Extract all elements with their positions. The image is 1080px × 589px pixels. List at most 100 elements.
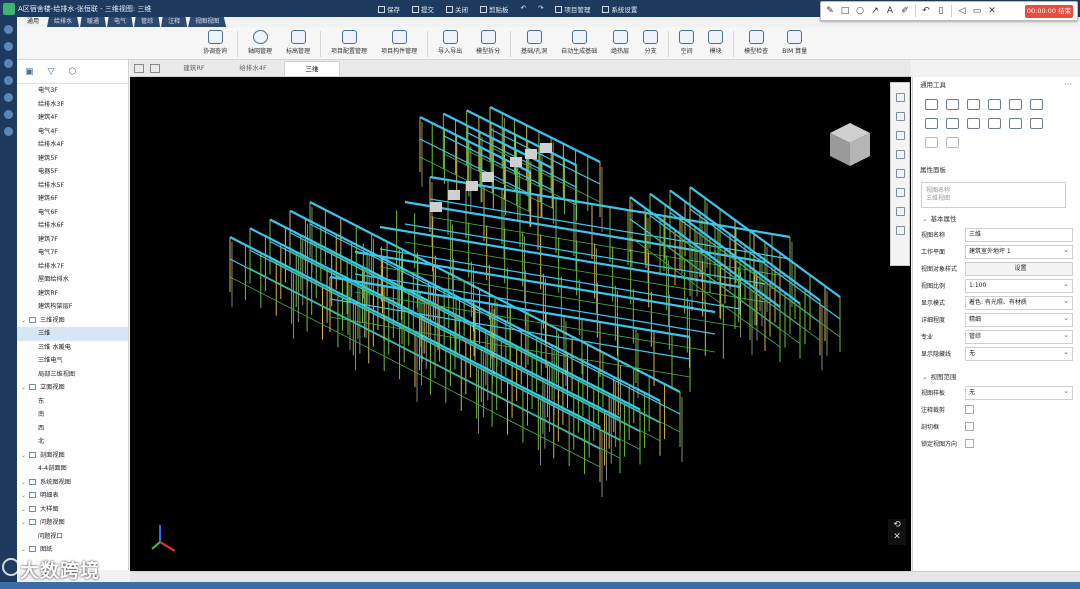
chevron-down-icon[interactable]: ⌄ bbox=[21, 476, 27, 490]
tab-view-3d[interactable]: 三维 bbox=[284, 61, 340, 76]
tree-item[interactable]: 给排水5F bbox=[17, 179, 128, 193]
delete-icon[interactable] bbox=[1030, 118, 1043, 129]
extend-icon[interactable] bbox=[946, 118, 959, 129]
system-settings-button[interactable]: 系统设置 bbox=[602, 4, 637, 14]
stop-recording-button[interactable]: 00:00:00 结束 bbox=[1025, 4, 1073, 18]
chevron-down-icon[interactable]: ⌄ bbox=[21, 516, 27, 530]
chevron-down-icon[interactable]: ⌄ bbox=[21, 381, 27, 395]
align-icon[interactable] bbox=[988, 99, 1001, 110]
ribbon-module[interactable]: 模块 bbox=[708, 27, 724, 55]
view-range-section[interactable]: ⌄ 视图范围 bbox=[913, 370, 1080, 384]
tree-item[interactable]: 问题视口 bbox=[17, 530, 128, 544]
ribbon-branch[interactable]: 分支 bbox=[643, 27, 659, 55]
ribbon-grid-manage[interactable]: 轴网管理 bbox=[248, 27, 272, 55]
print-icon[interactable] bbox=[895, 169, 905, 178]
property-select[interactable]: 无 bbox=[965, 346, 1073, 361]
property-checkbox[interactable] bbox=[965, 439, 974, 448]
tree-group[interactable]: ⌄ 图纸 bbox=[17, 543, 128, 557]
property-select[interactable]: 着色: 有光照、有材质 bbox=[965, 295, 1073, 310]
text-icon[interactable]: A bbox=[885, 6, 895, 16]
layers-icon[interactable] bbox=[4, 110, 13, 119]
ribbon-auto-foundation[interactable]: 自动生成基础 bbox=[561, 27, 597, 55]
ribbon-space[interactable]: 空间 bbox=[679, 27, 695, 55]
ribbon-import-export[interactable]: 导入导出 bbox=[438, 27, 462, 55]
tree-item[interactable]: 局部三维视图 bbox=[17, 368, 128, 382]
tree-item[interactable]: 三维 水暖电 bbox=[17, 341, 128, 355]
arrow-icon[interactable]: ↗ bbox=[870, 6, 880, 16]
tree-item[interactable]: 三维 bbox=[17, 327, 128, 341]
expand-icon[interactable] bbox=[4, 25, 13, 34]
hook-icon[interactable] bbox=[946, 137, 959, 148]
measure-icon[interactable] bbox=[895, 131, 905, 140]
property-select[interactable]: 精细 bbox=[965, 312, 1073, 327]
project-manage-button[interactable]: 项目管理 bbox=[555, 4, 590, 14]
offset-icon[interactable] bbox=[1009, 99, 1022, 110]
ribbon-project-components[interactable]: 项目构件管理 bbox=[381, 27, 417, 55]
ribbon-coordinate-query[interactable]: 协调查询 bbox=[203, 27, 227, 55]
close-button[interactable]: 关闭 bbox=[446, 4, 468, 14]
tree-item[interactable]: 电气6F bbox=[17, 206, 128, 220]
tree-item[interactable]: 西 bbox=[17, 422, 128, 436]
tree-group[interactable]: ⌄ 立面视图 bbox=[17, 381, 128, 395]
more-icon[interactable]: ··· bbox=[1064, 77, 1072, 93]
tree-group[interactable]: ⌄ 问题视图 bbox=[17, 516, 128, 530]
tree-item[interactable]: 电气7F bbox=[17, 246, 128, 260]
tab-annotation[interactable]: 注释 bbox=[161, 17, 188, 27]
tree-item[interactable]: 东 bbox=[17, 395, 128, 409]
camera-icon[interactable]: ▭ bbox=[972, 6, 982, 16]
tab-view[interactable]: 视图视图 bbox=[188, 17, 227, 27]
document-icon[interactable] bbox=[4, 93, 13, 102]
tree-item[interactable]: 给排水3F bbox=[17, 98, 128, 112]
tab-mep[interactable]: 管综 bbox=[134, 17, 161, 27]
filter-icon[interactable]: ▽ bbox=[48, 67, 55, 77]
tree-group[interactable]: ⌄ 系统图视图 bbox=[17, 476, 128, 490]
grid-icon[interactable] bbox=[134, 64, 144, 73]
tree-item[interactable]: 建筑构架层F bbox=[17, 300, 128, 314]
ribbon-project-config[interactable]: 项目配置管理 bbox=[331, 27, 367, 55]
pen-icon[interactable]: ✎ bbox=[825, 6, 835, 16]
tree-item[interactable]: 电气3F bbox=[17, 84, 128, 98]
ruler-icon[interactable] bbox=[925, 137, 938, 148]
tab-electrical[interactable]: 电气 bbox=[107, 17, 134, 27]
tree-item[interactable]: 给排水6F bbox=[17, 219, 128, 233]
tree-item[interactable]: 电气4F bbox=[17, 125, 128, 139]
cube-icon[interactable] bbox=[4, 59, 13, 68]
model-icon[interactable]: ⬡ bbox=[68, 67, 76, 77]
tab-view-building-rf[interactable]: 建筑RF bbox=[166, 61, 222, 76]
close-icon[interactable]: ✕ bbox=[987, 6, 997, 16]
trim-icon[interactable] bbox=[925, 118, 938, 129]
property-select[interactable]: 管综 bbox=[965, 329, 1073, 344]
view-icon[interactable] bbox=[895, 93, 905, 102]
3d-viewport[interactable] bbox=[130, 77, 911, 571]
close-view-icon[interactable]: ✕ bbox=[893, 531, 901, 543]
rect-icon[interactable]: □ bbox=[840, 6, 850, 16]
rotate-tool-icon[interactable] bbox=[967, 99, 980, 110]
circle-icon[interactable]: ○ bbox=[855, 6, 865, 16]
split-icon[interactable] bbox=[967, 118, 980, 129]
clipboard-button[interactable]: 剪贴板 bbox=[480, 4, 509, 14]
view-cube-icon[interactable] bbox=[825, 120, 875, 170]
chevron-down-icon[interactable]: ⌄ bbox=[21, 489, 27, 503]
property-input[interactable]: 三维 bbox=[965, 227, 1073, 242]
tab-general[interactable]: 通用 bbox=[20, 17, 47, 27]
zoom-icon[interactable] bbox=[895, 150, 905, 159]
trash-icon[interactable]: ▯ bbox=[936, 6, 946, 16]
save-button[interactable]: 保存 bbox=[378, 4, 400, 14]
ribbon-level-manage[interactable]: 标高管理 bbox=[286, 27, 310, 55]
tree-item[interactable]: 给排水7F bbox=[17, 260, 128, 274]
tree-group[interactable]: ⌄ 大样图 bbox=[17, 503, 128, 517]
tree-item[interactable]: 建筑7F bbox=[17, 233, 128, 247]
tab-view-plumbing-4f[interactable]: 给排水4F bbox=[225, 61, 281, 76]
mirror-icon[interactable] bbox=[1009, 118, 1022, 129]
tree-item[interactable]: 4-4剖面图 bbox=[17, 462, 128, 476]
tree-group[interactable]: ⌄ 明细表 bbox=[17, 489, 128, 503]
globe-icon[interactable] bbox=[4, 76, 13, 85]
property-checkbox[interactable] bbox=[965, 405, 974, 414]
redo-icon[interactable]: ↷ bbox=[538, 4, 543, 14]
help-icon[interactable] bbox=[4, 127, 13, 136]
copy-tool-icon[interactable] bbox=[946, 99, 959, 110]
tab-hvac[interactable]: 暖通 bbox=[80, 17, 107, 27]
tree-item[interactable]: 三维电气 bbox=[17, 354, 128, 368]
undo-icon[interactable]: ↶ bbox=[521, 4, 526, 14]
chevron-down-icon[interactable]: ⌄ bbox=[21, 503, 27, 517]
